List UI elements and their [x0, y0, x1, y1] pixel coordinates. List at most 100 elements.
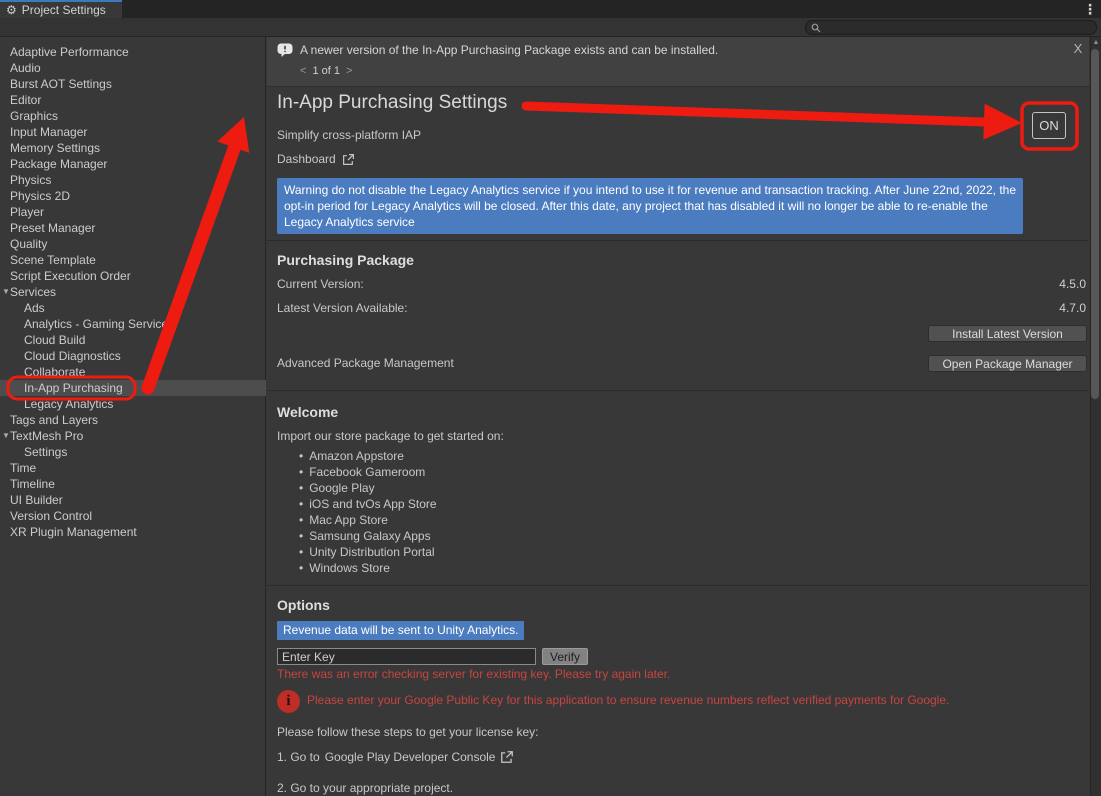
sidebar-item-label: Editor — [10, 93, 41, 107]
sidebar-item-physics[interactable]: Physics — [0, 172, 266, 188]
sidebar-item-label: Quality — [10, 237, 47, 251]
sidebar-item-label: Version Control — [10, 509, 92, 523]
sidebar-item-timeline[interactable]: Timeline — [0, 476, 266, 492]
sidebar-item-settings[interactable]: Settings — [0, 444, 266, 460]
pager-prev-icon[interactable]: < — [300, 65, 306, 77]
sidebar-item-package-manager[interactable]: Package Manager — [0, 156, 266, 172]
external-link-icon — [500, 750, 514, 764]
tab-project-settings[interactable]: ⚙ Project Settings — [0, 0, 122, 18]
sidebar-item-time[interactable]: Time — [0, 460, 266, 476]
sidebar-item-label: Scene Template — [10, 253, 96, 267]
current-version-label: Current Version: — [277, 277, 364, 291]
sidebar-item-label: Adaptive Performance — [10, 45, 129, 59]
store-list-item: Google Play — [299, 480, 437, 496]
sidebar-item-audio[interactable]: Audio — [0, 60, 266, 76]
steps-intro: Please follow these steps to get your li… — [277, 725, 538, 739]
sidebar-item-preset-manager[interactable]: Preset Manager — [0, 220, 266, 236]
sidebar-item-label: Cloud Diagnostics — [24, 349, 121, 363]
scrollbar-up-icon[interactable]: ▲ — [1092, 39, 1100, 47]
sidebar-item-label: Package Manager — [10, 157, 107, 171]
sidebar-item-label: Memory Settings — [10, 141, 100, 155]
console-message-icon — [277, 43, 293, 58]
sidebar-item-label: Settings — [24, 445, 67, 459]
sidebar-item-label: Burst AOT Settings — [10, 77, 112, 91]
options-heading: Options — [277, 597, 330, 613]
section-divider — [267, 390, 1089, 391]
store-list: Amazon AppstoreFacebook GameroomGoogle P… — [299, 448, 437, 576]
sidebar-item-graphics[interactable]: Graphics — [0, 108, 266, 124]
sidebar-item-label: Cloud Build — [24, 333, 85, 347]
sidebar-item-adaptive-performance[interactable]: Adaptive Performance — [0, 44, 266, 60]
sidebar-item-label: Physics 2D — [10, 189, 70, 203]
sidebar-item-collaborate[interactable]: Collaborate — [0, 364, 266, 380]
sidebar-item-label: Script Execution Order — [10, 269, 131, 283]
kebab-menu-icon[interactable]: ⋮ — [1082, 0, 1098, 18]
welcome-intro: Import our store package to get started … — [277, 429, 504, 443]
notification-message: A newer version of the In-App Purchasing… — [300, 43, 718, 57]
notification-pager: < 1 of 1 > — [300, 65, 352, 77]
pager-next-icon[interactable]: > — [346, 65, 352, 77]
sidebar-item-legacy-analytics[interactable]: Legacy Analytics — [0, 396, 266, 412]
search-input[interactable] — [825, 22, 1085, 34]
google-play-console-link[interactable]: Google Play Developer Console — [325, 750, 496, 764]
sidebar-item-editor[interactable]: Editor — [0, 92, 266, 108]
search-box[interactable] — [805, 20, 1097, 35]
sidebar-item-burst-aot-settings[interactable]: Burst AOT Settings — [0, 76, 266, 92]
sidebar-item-label: Services — [10, 285, 56, 299]
tab-title: Project Settings — [22, 3, 106, 17]
foldout-expander-icon[interactable]: ▼ — [2, 428, 10, 444]
sidebar-item-cloud-diagnostics[interactable]: Cloud Diagnostics — [0, 348, 266, 364]
sidebar-item-label: Time — [10, 461, 36, 475]
sidebar-item-label: Audio — [10, 61, 41, 75]
welcome-heading: Welcome — [277, 404, 338, 420]
verify-button[interactable]: Verify — [542, 648, 588, 665]
dashboard-link[interactable]: Dashboard — [277, 152, 355, 166]
store-list-item: Windows Store — [299, 560, 437, 576]
foldout-expander-icon[interactable]: ▼ — [2, 284, 10, 300]
sidebar-item-textmesh-pro[interactable]: ▼TextMesh Pro — [0, 428, 266, 444]
main-panel — [267, 37, 1089, 796]
pager-label: 1 of 1 — [312, 65, 340, 77]
sidebar-item-physics-2d[interactable]: Physics 2D — [0, 188, 266, 204]
sidebar-item-scene-template[interactable]: Scene Template — [0, 252, 266, 268]
google-key-input[interactable] — [277, 648, 536, 665]
sidebar-item-script-execution-order[interactable]: Script Execution Order — [0, 268, 266, 284]
sidebar-item-label: In-App Purchasing — [24, 381, 123, 395]
analytics-notice-badge: Revenue data will be sent to Unity Analy… — [277, 621, 524, 640]
sidebar-item-ui-builder[interactable]: UI Builder — [0, 492, 266, 508]
open-package-manager-button[interactable]: Open Package Manager — [928, 355, 1087, 372]
sidebar-item-ads[interactable]: Ads — [0, 300, 266, 316]
sidebar-item-analytics-gaming-services[interactable]: Analytics - Gaming Services — [0, 316, 266, 332]
sidebar-item-tags-and-layers[interactable]: Tags and Layers — [0, 412, 266, 428]
subtitle: Simplify cross-platform IAP — [277, 128, 421, 142]
store-list-item: Mac App Store — [299, 512, 437, 528]
store-list-item: iOS and tvOs App Store — [299, 496, 437, 512]
sidebar-item-cloud-build[interactable]: Cloud Build — [0, 332, 266, 348]
section-divider — [267, 240, 1089, 241]
store-list-item: Amazon Appstore — [299, 448, 437, 464]
close-icon[interactable]: X — [1070, 41, 1086, 57]
external-link-icon — [342, 153, 355, 166]
gear-icon: ⚙ — [6, 4, 17, 16]
scrollbar-thumb[interactable] — [1091, 49, 1099, 399]
search-icon — [811, 23, 821, 33]
sidebar-item-label: UI Builder — [10, 493, 63, 507]
iap-toggle-on-button[interactable]: ON — [1032, 112, 1066, 139]
sidebar-item-input-manager[interactable]: Input Manager — [0, 124, 266, 140]
sidebar-item-xr-plugin-management[interactable]: XR Plugin Management — [0, 524, 266, 540]
google-key-warning: Please enter your Google Public Key for … — [307, 693, 949, 707]
sidebar-item-label: Analytics - Gaming Services — [24, 317, 174, 331]
sidebar-item-label: Preset Manager — [10, 221, 95, 235]
sidebar-item-version-control[interactable]: Version Control — [0, 508, 266, 524]
advanced-package-management-label: Advanced Package Management — [277, 356, 454, 370]
sidebar-item-memory-settings[interactable]: Memory Settings — [0, 140, 266, 156]
store-list-item: Samsung Galaxy Apps — [299, 528, 437, 544]
sidebar-item-services[interactable]: ▼Services — [0, 284, 266, 300]
sidebar-item-in-app-purchasing[interactable]: In-App Purchasing — [0, 380, 266, 396]
tab-strip — [0, 0, 1101, 18]
install-latest-version-button[interactable]: Install Latest Version — [928, 325, 1087, 342]
sidebar-item-quality[interactable]: Quality — [0, 236, 266, 252]
sidebar-item-label: Input Manager — [10, 125, 87, 139]
sidebar-item-label: Graphics — [10, 109, 58, 123]
sidebar-item-player[interactable]: Player — [0, 204, 266, 220]
